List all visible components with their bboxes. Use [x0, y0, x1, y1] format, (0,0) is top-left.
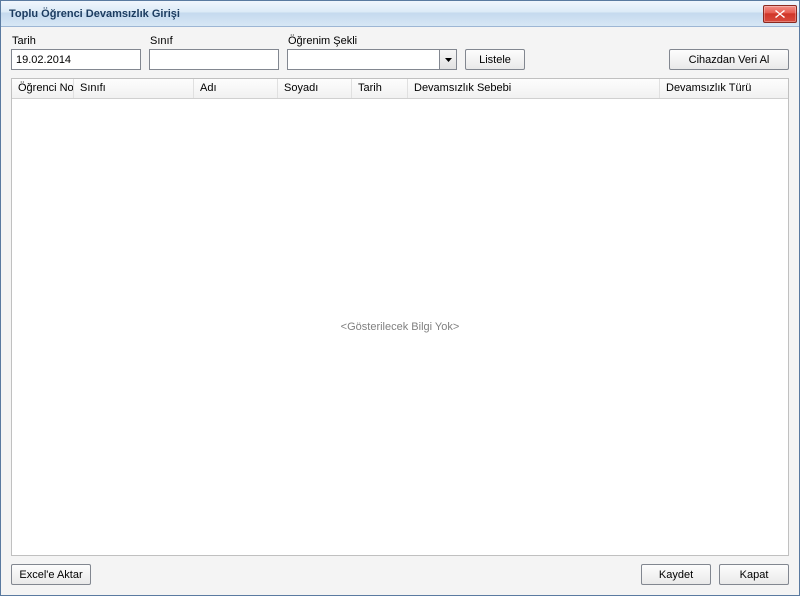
col-absence-reason[interactable]: Devamsızlık Sebebi: [408, 79, 660, 98]
education-type-input[interactable]: [287, 49, 457, 70]
close-button[interactable]: Kapat: [719, 564, 789, 585]
education-type-label: Öğrenim Şekli: [287, 35, 457, 47]
date-input[interactable]: [11, 49, 141, 70]
education-type-input-text[interactable]: [288, 50, 439, 69]
col-class[interactable]: Sınıfı: [74, 79, 194, 98]
class-field-group: Sınıf: [149, 35, 279, 70]
client-area: Tarih Sınıf Öğrenim Şekli: [1, 27, 799, 595]
education-type-field-group: Öğrenim Şekli: [287, 35, 457, 70]
grid-body: <Gösterilecek Bilgi Yok>: [12, 99, 788, 555]
date-label: Tarih: [11, 35, 141, 47]
col-last-name[interactable]: Soyadı: [278, 79, 352, 98]
close-icon: [775, 10, 785, 18]
col-first-name[interactable]: Adı: [194, 79, 278, 98]
col-date[interactable]: Tarih: [352, 79, 408, 98]
export-excel-button[interactable]: Excel'e Aktar: [11, 564, 91, 585]
dialog-window: Toplu Öğrenci Devamsızlık Girişi Tarih S…: [0, 0, 800, 596]
class-label: Sınıf: [149, 35, 279, 47]
date-input-text[interactable]: [12, 50, 162, 69]
grid-header: Öğrenci No Sınıfı Adı Soyadı Tarih Devam…: [12, 79, 788, 99]
data-grid: Öğrenci No Sınıfı Adı Soyadı Tarih Devam…: [11, 78, 789, 556]
window-title: Toplu Öğrenci Devamsızlık Girişi: [9, 8, 763, 20]
grid-empty-text: <Gösterilecek Bilgi Yok>: [12, 321, 788, 333]
footer-bar: Excel'e Aktar Kaydet Kapat: [11, 564, 789, 585]
close-window-button[interactable]: [763, 5, 797, 23]
class-input-text[interactable]: [150, 50, 300, 69]
list-button[interactable]: Listele: [465, 49, 525, 70]
col-absence-type[interactable]: Devamsızlık Türü: [660, 79, 788, 98]
titlebar: Toplu Öğrenci Devamsızlık Girişi: [1, 1, 799, 27]
col-student-no[interactable]: Öğrenci No: [12, 79, 74, 98]
device-import-button[interactable]: Cihazdan Veri Al: [669, 49, 789, 70]
date-field-group: Tarih: [11, 35, 141, 70]
chevron-down-icon: [445, 58, 452, 62]
education-type-dropdown-button[interactable]: [439, 50, 456, 69]
save-button[interactable]: Kaydet: [641, 564, 711, 585]
filter-bar: Tarih Sınıf Öğrenim Şekli: [11, 35, 789, 70]
class-input[interactable]: [149, 49, 279, 70]
